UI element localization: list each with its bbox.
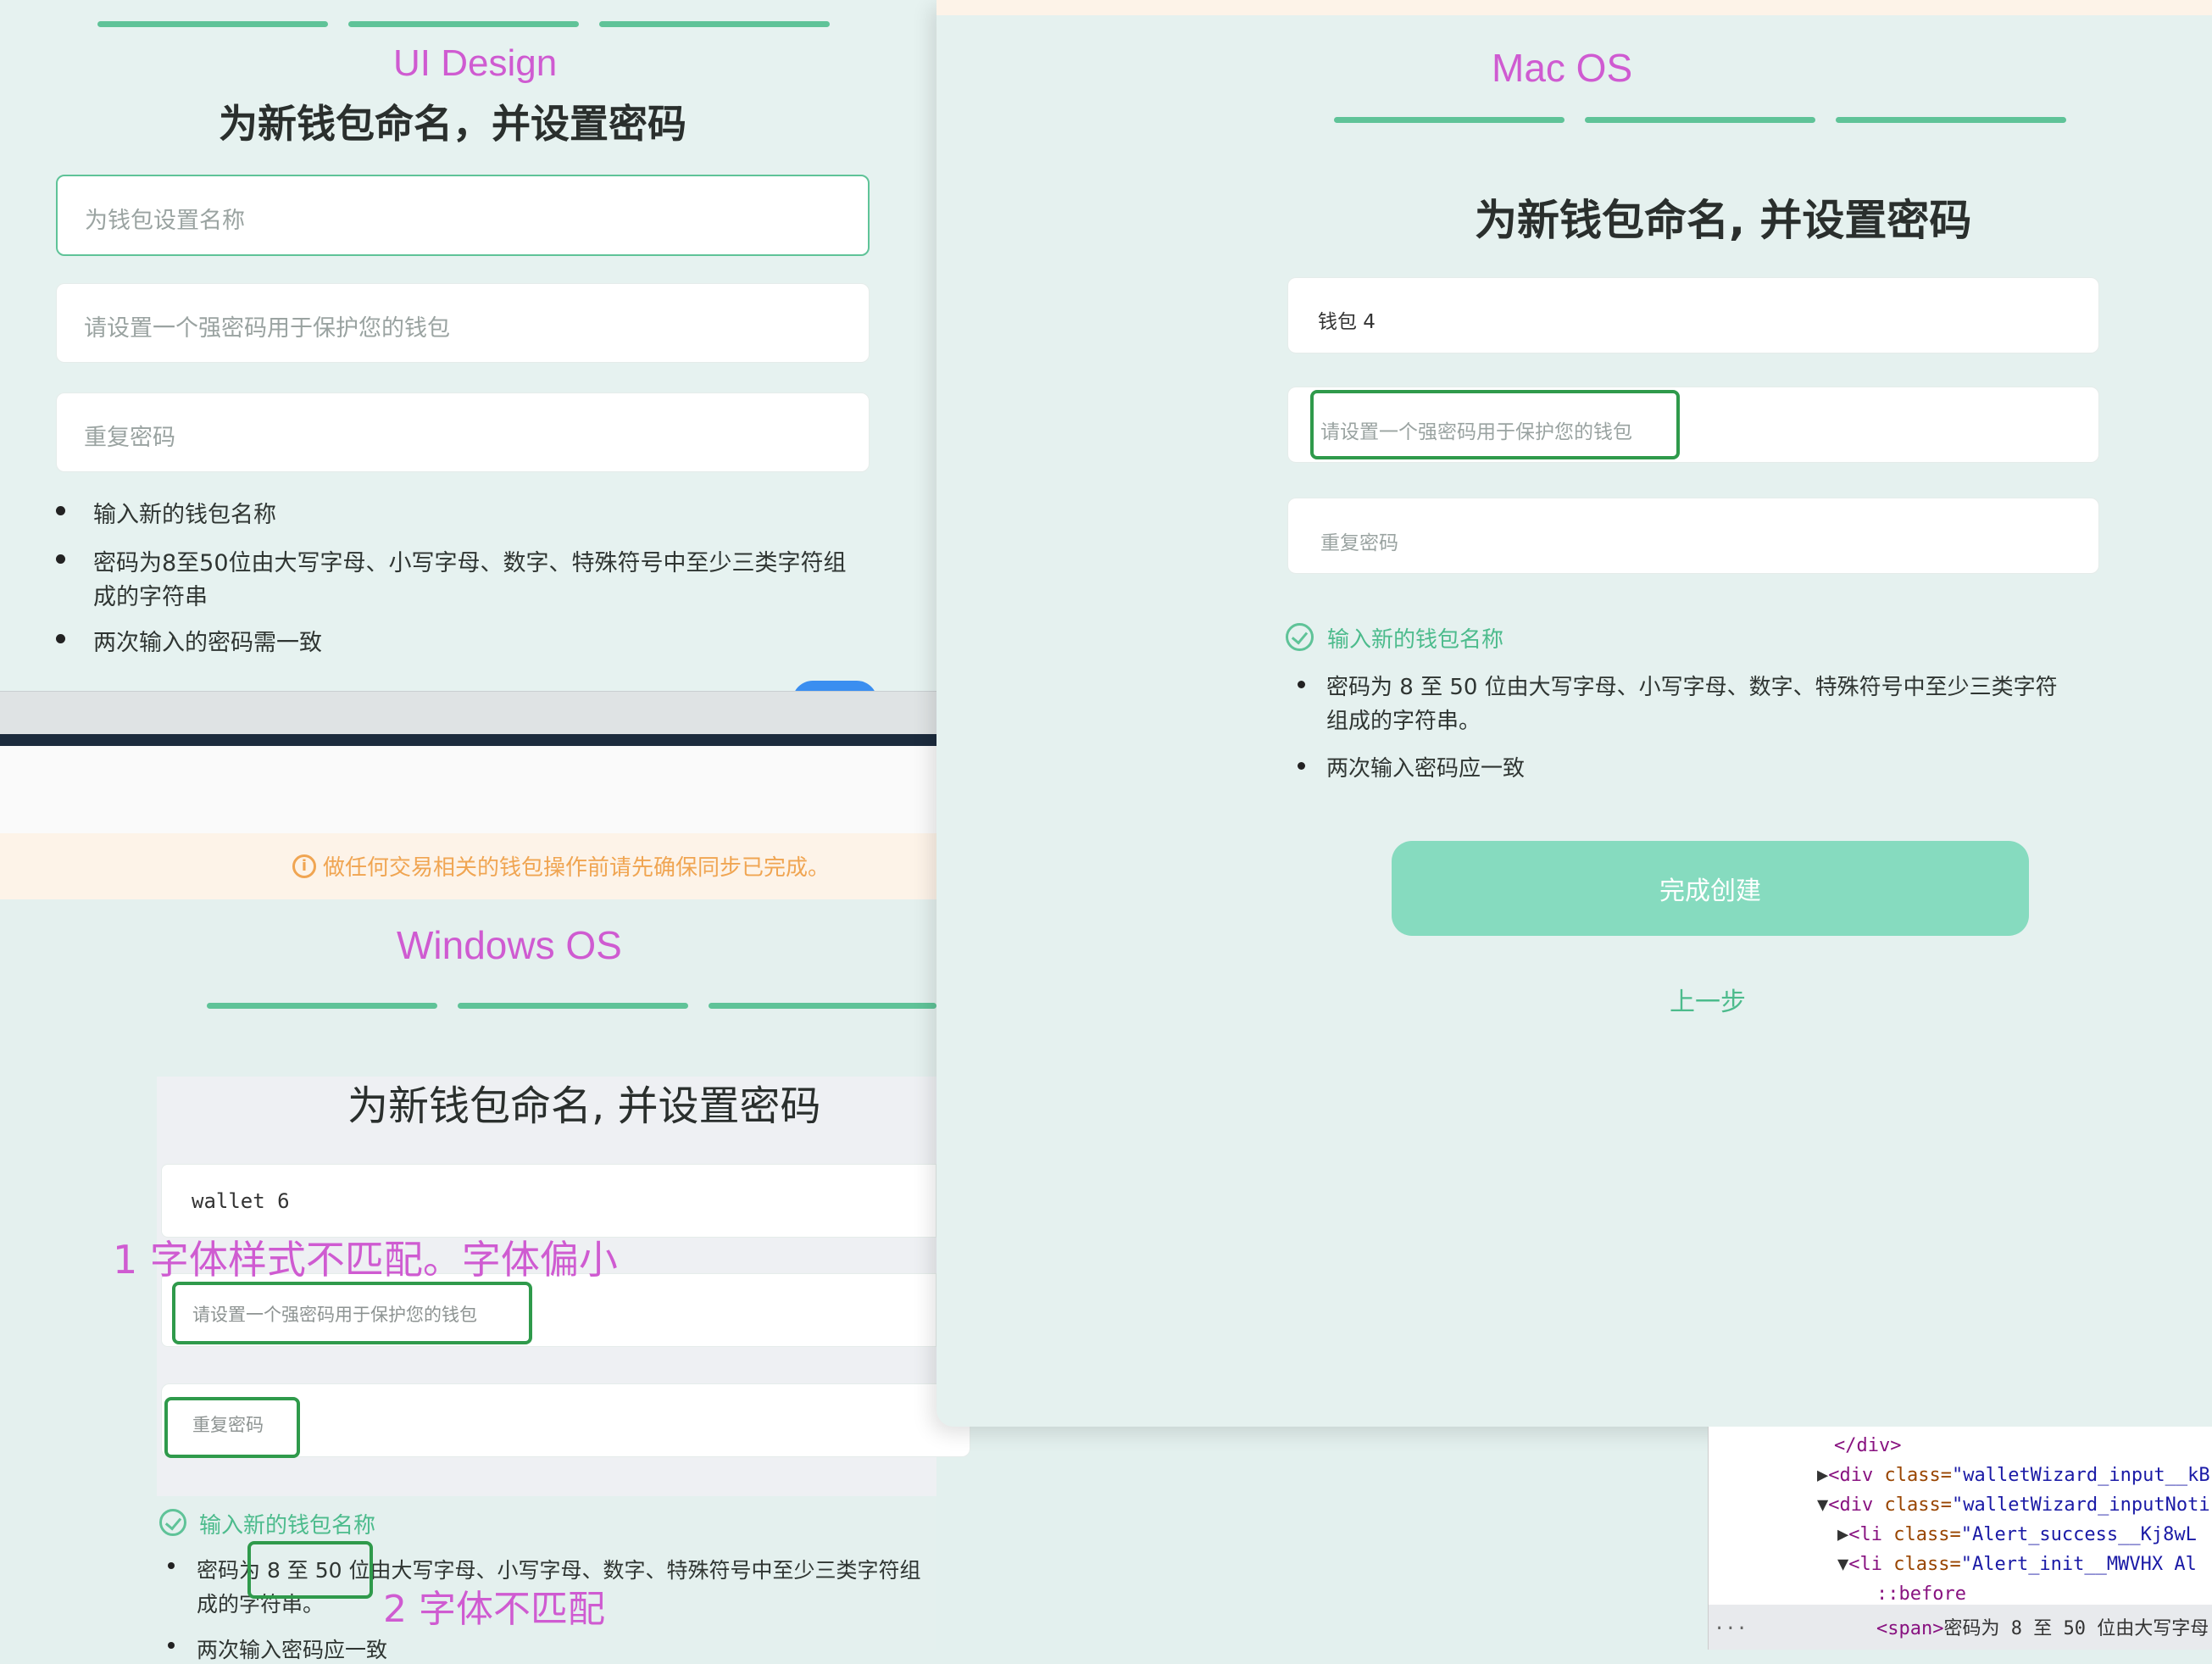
finish-create-button[interactable]: 完成创建 [1392,841,2029,936]
devtools-line[interactable]: </div> [1834,1435,1901,1456]
rule-name: 输入新的钱包名称 [93,502,276,528]
annotation-box-numbers [247,1541,373,1599]
info-icon: i [292,854,316,878]
step-indicator-1 [97,21,328,27]
bullet-dot [56,634,65,643]
bullet-dot [168,1642,175,1649]
devtools-line[interactable]: ▼<li class="Alert_init__MWVHX Al [1837,1554,2197,1575]
devtools-line[interactable]: ::before [1876,1583,1966,1605]
repeat-password-placeholder: 重复密码 [84,425,175,451]
bullet-dot [56,554,65,564]
back-link[interactable]: 上一步 [1670,981,1746,1018]
repeat-password-placeholder: 重复密码 [1320,532,1398,554]
annotation-note-1: 1 字体样式不匹配。字体偏小 [113,1237,618,1283]
window-chrome-bar [0,691,936,734]
rule-password-line1: 密码为 8 至 50 位由大写字母、小写字母、数字、特殊符号中至少三类字符 [1326,675,2058,700]
annotation-note-2: 2 字体不匹配 [383,1588,605,1631]
devtools-ellipsis[interactable]: ... [1714,1613,1748,1634]
window-title-bar [0,734,936,746]
rule-password-line2: 组成的字符串。 [1326,709,1481,734]
windows-os-label: Windows OS [397,923,622,967]
password-input[interactable]: 请设置一个强密码用于保护您的钱包 [56,283,870,363]
wallet-name-input[interactable]: wallet 6 [161,1164,936,1238]
wallet-name-value: 钱包 4 [1318,311,1376,333]
rule-name-success: 输入新的钱包名称 [1327,627,1504,653]
password-placeholder: 请设置一个强密码用于保护您的钱包 [84,315,450,342]
step-indicator-2 [348,21,579,27]
rule-match: 两次输入密码应一致 [197,1638,388,1662]
wallet-name-input[interactable]: 钱包 4 [1287,277,2099,353]
step-indicator-3 [1836,117,2066,123]
check-circle-icon [159,1509,186,1536]
step-indicator-1 [207,1003,437,1009]
devtools-line[interactable]: ▶<li class="Alert_success__Kj8wL [1837,1524,2197,1545]
rule-match: 两次输入的密码需一致 [93,630,322,656]
bullet-dot [1298,762,1305,770]
annotation-box-mac-password [1310,390,1680,459]
devtools-line[interactable]: ▶<div class="walletWizard_input__kB [1817,1465,2210,1486]
mac-alert-strip [936,0,2212,15]
repeat-password-input[interactable]: 重复密码 [56,392,870,472]
window-header-area [0,746,936,833]
repeat-password-input[interactable]: 重复密码 [1287,498,2099,574]
rule-password-line1: 密码为8至50位由大写字母、小写字母、数字、特殊符号中至少三类字符组 [93,550,847,576]
page-title: 为新钱包命名, 并设置密码 [1475,196,1972,245]
wallet-name-value: wallet 6 [192,1189,290,1213]
step-indicator-1 [1334,117,1565,123]
wallet-name-input[interactable]: 为钱包设置名称 [56,175,870,256]
step-indicator-3 [709,1003,936,1009]
check-circle-icon [1286,623,1314,651]
step-indicator-3 [599,21,830,27]
page-title: 为新钱包命名, 并设置密码 [347,1082,821,1130]
step-indicator-2 [1585,117,1815,123]
sync-alert-banner: i 做任何交易相关的钱包操作前请先确保同步已完成。 [0,833,936,899]
sync-alert-text: 做任何交易相关的钱包操作前请先确保同步已完成。 [323,855,831,881]
bullet-dot [56,506,65,515]
rule-name-success: 输入新的钱包名称 [199,1513,376,1539]
rule-match: 两次输入密码应一致 [1326,756,1526,782]
page-title: 为新钱包命名，并设置密码 [219,101,686,147]
rule-password-line2: 成的字符串 [93,584,208,610]
bullet-dot [168,1562,175,1569]
wallet-name-placeholder: 为钱包设置名称 [85,208,245,234]
devtools-line[interactable]: ▼<div class="walletWizard_inputNoti [1817,1494,2210,1516]
bullet-dot [1298,681,1305,688]
ui-design-label: UI Design [393,42,558,84]
step-indicator-2 [458,1003,688,1009]
annotation-box-password [172,1282,532,1344]
annotation-box-repeat [164,1397,300,1458]
devtools-line[interactable]: <span>密码为 8 至 50 位由大写字母 [1876,1613,2209,1640]
mac-os-label: Mac OS [1492,46,1633,90]
devtools-elements-panel: </div> ▶<div class="walletWizard_input__… [1708,1427,2212,1650]
